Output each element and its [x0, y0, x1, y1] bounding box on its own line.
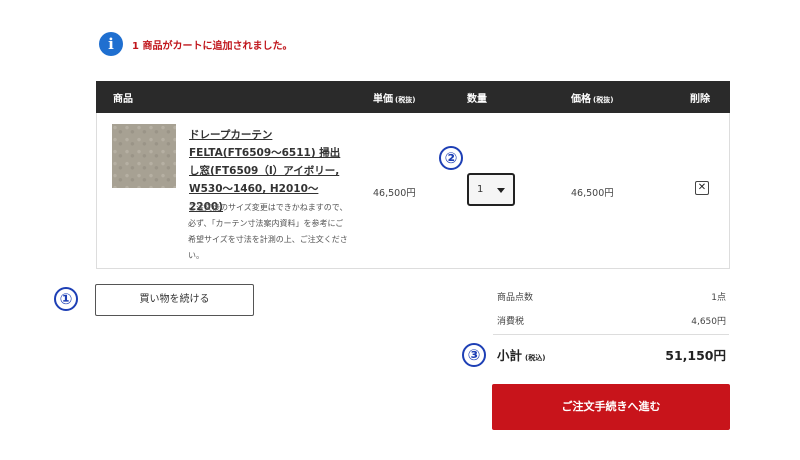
subtotal-value: 51,150円 [665, 348, 726, 363]
delete-item-button[interactable]: ✕ [695, 181, 709, 195]
item-count-value: 1点 [711, 293, 726, 303]
tax-value: 4,650円 [691, 317, 726, 327]
quantity-select[interactable]: 1 [467, 173, 515, 206]
header-unit-price: 単価 (税抜) [373, 94, 416, 105]
close-box-icon: ✕ [697, 182, 707, 193]
product-size-note: ご注文後のサイズ変更はできかねますので、必ず、「カーテン寸法案内資料」を参考にご… [188, 203, 348, 260]
cart-added-notice: 1 商品がカートに追加されました。 [132, 41, 293, 52]
summary-divider [493, 334, 729, 335]
tax-label: 消費税 [497, 317, 525, 327]
marker-2: ② [439, 146, 463, 170]
header-delete: 削除 [690, 94, 710, 105]
unit-price: 46,500円 [373, 188, 416, 199]
header-price: 価格 (税抜) [571, 94, 614, 105]
checkout-button[interactable]: ご注文手続きへ進む [492, 384, 730, 430]
info-icon: i [99, 32, 123, 56]
quantity-value: 1 [477, 184, 484, 195]
item-count-label: 商品点数 [497, 293, 534, 303]
header-product: 商品 [113, 94, 133, 105]
subtotal-label: 小計 (税込) [497, 348, 546, 363]
chevron-down-icon [497, 188, 505, 193]
product-thumbnail[interactable] [112, 124, 176, 188]
continue-shopping-button[interactable]: 買い物を続ける [95, 284, 254, 316]
marker-3: ③ [462, 343, 486, 367]
header-quantity: 数量 [467, 94, 487, 105]
line-price: 46,500円 [571, 188, 614, 199]
marker-1: ① [54, 287, 78, 311]
